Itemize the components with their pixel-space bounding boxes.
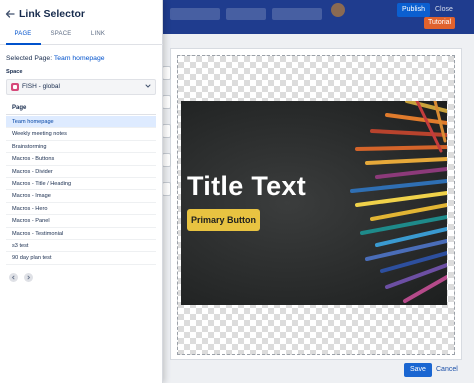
list-item[interactable]: Macros - Buttons bbox=[6, 153, 156, 166]
toolbar-placeholder bbox=[272, 8, 322, 20]
space-avatar-icon bbox=[11, 83, 19, 91]
prev-page-button[interactable] bbox=[9, 273, 18, 282]
publish-button[interactable]: Publish bbox=[397, 3, 430, 17]
space-select[interactable]: FISH - global bbox=[6, 79, 156, 95]
property-field[interactable] bbox=[162, 66, 171, 80]
arrow-left-icon[interactable] bbox=[5, 9, 15, 19]
list-item[interactable]: 90 day plan test bbox=[6, 252, 156, 265]
close-button[interactable]: Close bbox=[430, 3, 458, 17]
tab-bar: PAGE SPACE LINK bbox=[0, 28, 163, 45]
panel-header: Link Selector bbox=[0, 0, 163, 28]
chevron-left-icon bbox=[11, 275, 15, 280]
selected-page-prefix: Selected Page: bbox=[6, 55, 54, 62]
list-item[interactable]: Macros - Hero bbox=[6, 203, 156, 216]
list-item[interactable]: Team homepage bbox=[6, 116, 156, 129]
list-item[interactable]: Macros - Testimonial bbox=[6, 228, 156, 240]
pencils-image bbox=[350, 101, 447, 303]
property-field[interactable] bbox=[162, 153, 171, 167]
selected-page-text: Selected Page: Team homepage bbox=[6, 55, 105, 62]
toolbar-placeholder bbox=[170, 8, 220, 20]
space-select-value: FISH - global bbox=[22, 83, 60, 90]
save-button[interactable]: Save bbox=[404, 363, 432, 377]
panel-title: Link Selector bbox=[19, 8, 85, 20]
toolbar-placeholder bbox=[226, 8, 266, 20]
next-page-button[interactable] bbox=[24, 273, 33, 282]
selected-page-link[interactable]: Team homepage bbox=[54, 55, 105, 62]
list-item[interactable]: s3 test bbox=[6, 240, 156, 253]
link-selector-panel: Link Selector PAGE SPACE LINK Selected P… bbox=[0, 0, 163, 383]
active-tab-indicator bbox=[6, 43, 41, 45]
space-label: Space bbox=[6, 69, 23, 75]
list-item[interactable]: Brainstorming bbox=[6, 141, 156, 154]
tab-link[interactable]: LINK bbox=[77, 31, 119, 37]
list-item[interactable]: Macros - Divider bbox=[6, 166, 156, 178]
tab-space[interactable]: SPACE bbox=[40, 31, 82, 37]
property-field[interactable] bbox=[162, 95, 171, 109]
user-avatar[interactable] bbox=[331, 3, 345, 17]
list-item[interactable]: Weekly meeting notes bbox=[6, 128, 156, 141]
property-field[interactable] bbox=[162, 124, 171, 138]
property-field[interactable] bbox=[162, 182, 171, 196]
chevron-down-icon bbox=[145, 84, 151, 88]
chevron-right-icon bbox=[27, 275, 31, 280]
hero-title[interactable]: Title Text bbox=[187, 171, 306, 202]
cancel-button[interactable]: Cancel bbox=[430, 363, 464, 377]
list-item[interactable]: Macros - Panel bbox=[6, 215, 156, 228]
hero-section[interactable]: Title Text Primary Button bbox=[181, 101, 447, 305]
tutorial-button[interactable]: Tutorial bbox=[424, 17, 456, 29]
list-item[interactable]: Macros - Image bbox=[6, 190, 156, 203]
tab-page[interactable]: PAGE bbox=[2, 31, 44, 37]
hero-primary-button[interactable]: Primary Button bbox=[187, 209, 260, 231]
pages-list: Page Team homepage Weekly meeting notes … bbox=[6, 102, 156, 265]
pages-column-header: Page bbox=[6, 102, 156, 115]
list-item[interactable]: Macros - Title / Heading bbox=[6, 178, 156, 191]
